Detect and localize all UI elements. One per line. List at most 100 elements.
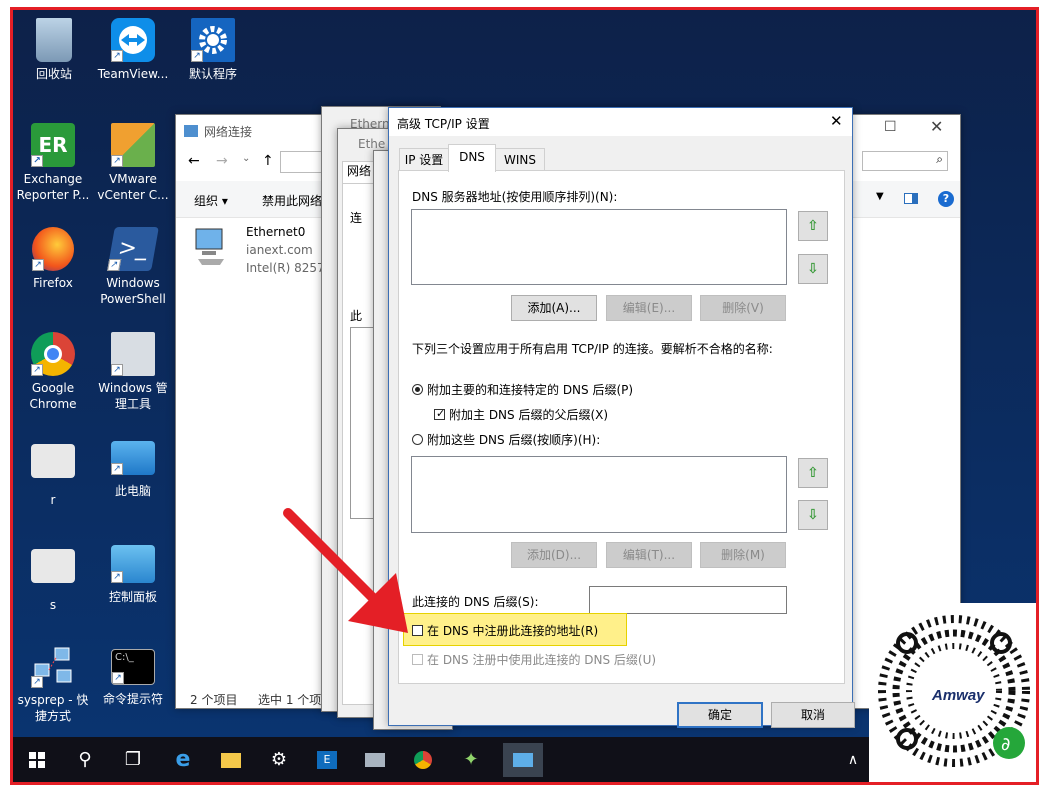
settings-window-icon xyxy=(31,444,75,478)
edge-icon[interactable]: e xyxy=(165,743,201,777)
exchange-reporter-icon: ER ↗ xyxy=(31,123,75,167)
network-tool-icon[interactable]: ✦ xyxy=(453,743,489,777)
close-button[interactable]: ✕ xyxy=(930,117,943,136)
windows-powershell[interactable]: >_ ↗ Windows PowerShell xyxy=(93,227,173,307)
shortcut-arrow-icon: ↗ xyxy=(31,364,43,376)
remove-suffix-button[interactable]: 删除(M) xyxy=(700,542,786,568)
settings-gear-icon[interactable]: ⚙ xyxy=(261,743,297,777)
move-up-icon[interactable]: ⇧ xyxy=(798,458,828,488)
vmware-vcenter[interactable]: ↗ VMware vCenter C... xyxy=(93,123,173,203)
vmware-icon: ↗ xyxy=(111,123,155,167)
file-explorer-icon[interactable] xyxy=(213,743,249,777)
up-button[interactable]: ↑ xyxy=(262,153,274,169)
admin-tools-icon: ↗ xyxy=(111,332,155,376)
radio-unchecked-icon xyxy=(412,434,423,445)
address-bar[interactable] xyxy=(280,151,322,173)
exchange-reporter[interactable]: ER ↗ Exchange Reporter P... xyxy=(13,123,93,203)
icon-label: r xyxy=(50,493,56,507)
firefox[interactable]: ↗ Firefox xyxy=(13,227,93,291)
edit-suffix-button[interactable]: 编辑(T)... xyxy=(606,542,692,568)
icon-label: 命令提示符 xyxy=(102,692,163,706)
recycle-bin[interactable]: 回收站 xyxy=(14,18,94,82)
remove-dns-server-button[interactable]: 删除(V) xyxy=(700,295,786,321)
radio-these-suffixes[interactable]: 附加这些 DNS 后缀(按顺序)(H): xyxy=(412,431,600,448)
checkbox-use-suffix[interactable]: 在 DNS 注册中使用此连接的 DNS 后缀(U) xyxy=(412,651,656,668)
tab-dns[interactable]: DNS xyxy=(448,144,496,172)
checkbox-label: 附加主 DNS 后缀的父后缀(X) xyxy=(449,408,609,422)
icon-label: Google Chrome xyxy=(29,381,77,411)
shortcut-arrow-icon: ↗ xyxy=(111,364,123,376)
dialog-title: 高级 TCP/IP 设置 xyxy=(397,117,490,131)
tab-wins[interactable]: WINS xyxy=(495,148,545,171)
chrome-taskbar-icon[interactable] xyxy=(405,743,441,777)
dns-suffix-input[interactable] xyxy=(589,586,787,614)
svg-text:∂: ∂ xyxy=(1001,734,1010,755)
back-button[interactable]: ← xyxy=(188,153,200,169)
network-icon xyxy=(184,125,198,137)
move-up-icon[interactable]: ⇧ xyxy=(798,211,828,241)
settings-window-icon xyxy=(31,549,75,583)
checkbox-empty-icon xyxy=(412,625,423,636)
close-icon[interactable]: ✕ xyxy=(830,112,843,130)
shortcut-arrow-icon: ↗ xyxy=(31,676,43,688)
teamviewer[interactable]: ↗ TeamView... xyxy=(93,18,173,82)
icon-label: Windows 管理工具 xyxy=(98,381,168,411)
icon-label: TeamView... xyxy=(97,67,169,81)
gear-icon: ↗ xyxy=(191,18,235,62)
tab-ip-settings[interactable]: IP 设置 xyxy=(399,148,449,171)
qr-code-overlay: ∂ Amway xyxy=(869,603,1036,782)
preview-pane-icon[interactable] xyxy=(904,193,918,204)
command-prompt[interactable]: C:\_ ↗ 命令提示符 xyxy=(93,649,173,707)
default-programs[interactable]: ↗ 默认程序 xyxy=(173,18,253,82)
windows-start-icon[interactable] xyxy=(19,743,55,777)
checkbox-parent-suffix[interactable]: ✓ 附加主 DNS 后缀的父后缀(X) xyxy=(434,406,608,423)
control-panel-icon: ↗ xyxy=(111,545,155,583)
control-panel[interactable]: ↗ 控制面板 xyxy=(93,545,173,605)
radio-primary-suffix[interactable]: 附加主要的和连接特定的 DNS 后缀(P) xyxy=(412,381,633,398)
status-item-count: 2 个项目 xyxy=(190,693,238,707)
view-options-dropdown[interactable]: ▼ xyxy=(876,191,884,202)
move-down-icon[interactable]: ⇩ xyxy=(798,500,828,530)
maximize-button[interactable]: ☐ xyxy=(884,119,897,135)
cancel-button[interactable]: 取消 xyxy=(771,702,855,728)
forward-button[interactable]: → xyxy=(216,153,228,169)
desktop-item-r[interactable]: r xyxy=(13,440,93,508)
icon-label: sysprep - 快捷方式 xyxy=(17,693,89,723)
shortcut-arrow-icon: ↗ xyxy=(111,463,123,475)
radio-label: 附加这些 DNS 后缀(按顺序)(H): xyxy=(427,433,601,447)
edit-dns-server-button[interactable]: 编辑(E)... xyxy=(606,295,692,321)
dns-suffix-list[interactable] xyxy=(411,456,787,533)
chevron-down-icon[interactable]: ⌄ xyxy=(242,153,250,164)
add-dns-server-button[interactable]: 添加(A)... xyxy=(511,295,597,321)
search-box[interactable]: ⌕ xyxy=(862,151,948,171)
sysprep-shortcut[interactable]: ↗ sysprep - 快捷方式 xyxy=(13,644,93,724)
network-computers-icon: ↗ xyxy=(31,644,75,688)
checkbox-label: 在 DNS 注册中使用此连接的 DNS 后缀(U) xyxy=(427,653,657,667)
dns-servers-list[interactable] xyxy=(411,209,787,285)
server-manager-icon[interactable] xyxy=(357,743,393,777)
icon-label: Firefox xyxy=(33,276,73,290)
checkbox-register-address[interactable]: 在 DNS 中注册此连接的地址(R) xyxy=(412,622,598,639)
add-suffix-button[interactable]: 添加(D)... xyxy=(511,542,597,568)
this-pc[interactable]: ↗ 此电脑 xyxy=(93,435,173,499)
organize-menu[interactable]: 组织 ▾ xyxy=(194,192,228,209)
chevron-up-icon[interactable]: ∧ xyxy=(835,743,871,777)
ok-button[interactable]: 确定 xyxy=(677,702,763,728)
adapter-device: Intel(R) 8257 xyxy=(246,261,325,275)
exchange-icon[interactable]: E xyxy=(309,743,345,777)
adapter-name[interactable]: Ethernet0 xyxy=(246,225,305,239)
windows-admin-tools[interactable]: ↗ Windows 管理工具 xyxy=(93,332,173,412)
checkmark-icon: ✓ xyxy=(434,407,446,420)
disable-network-button[interactable]: 禁用此网络 xyxy=(262,192,322,209)
google-chrome[interactable]: ↗ Google Chrome xyxy=(13,332,93,412)
network-connections-taskbar-icon[interactable] xyxy=(503,743,543,777)
shortcut-arrow-icon: ↗ xyxy=(112,672,124,684)
help-icon[interactable]: ? xyxy=(938,191,954,207)
desktop-item-s[interactable]: s xyxy=(13,545,93,613)
search-icon[interactable]: ⚲ xyxy=(67,743,103,777)
move-down-icon[interactable]: ⇩ xyxy=(798,254,828,284)
icon-label: 默认程序 xyxy=(188,67,237,81)
advanced-tcpip-dialog: 高级 TCP/IP 设置 ✕ IP 设置 DNS WINS DNS 服务器地址(… xyxy=(388,107,855,728)
task-view-icon[interactable]: ❐ xyxy=(115,743,151,777)
adapter-domain: ianext.com xyxy=(246,243,313,257)
